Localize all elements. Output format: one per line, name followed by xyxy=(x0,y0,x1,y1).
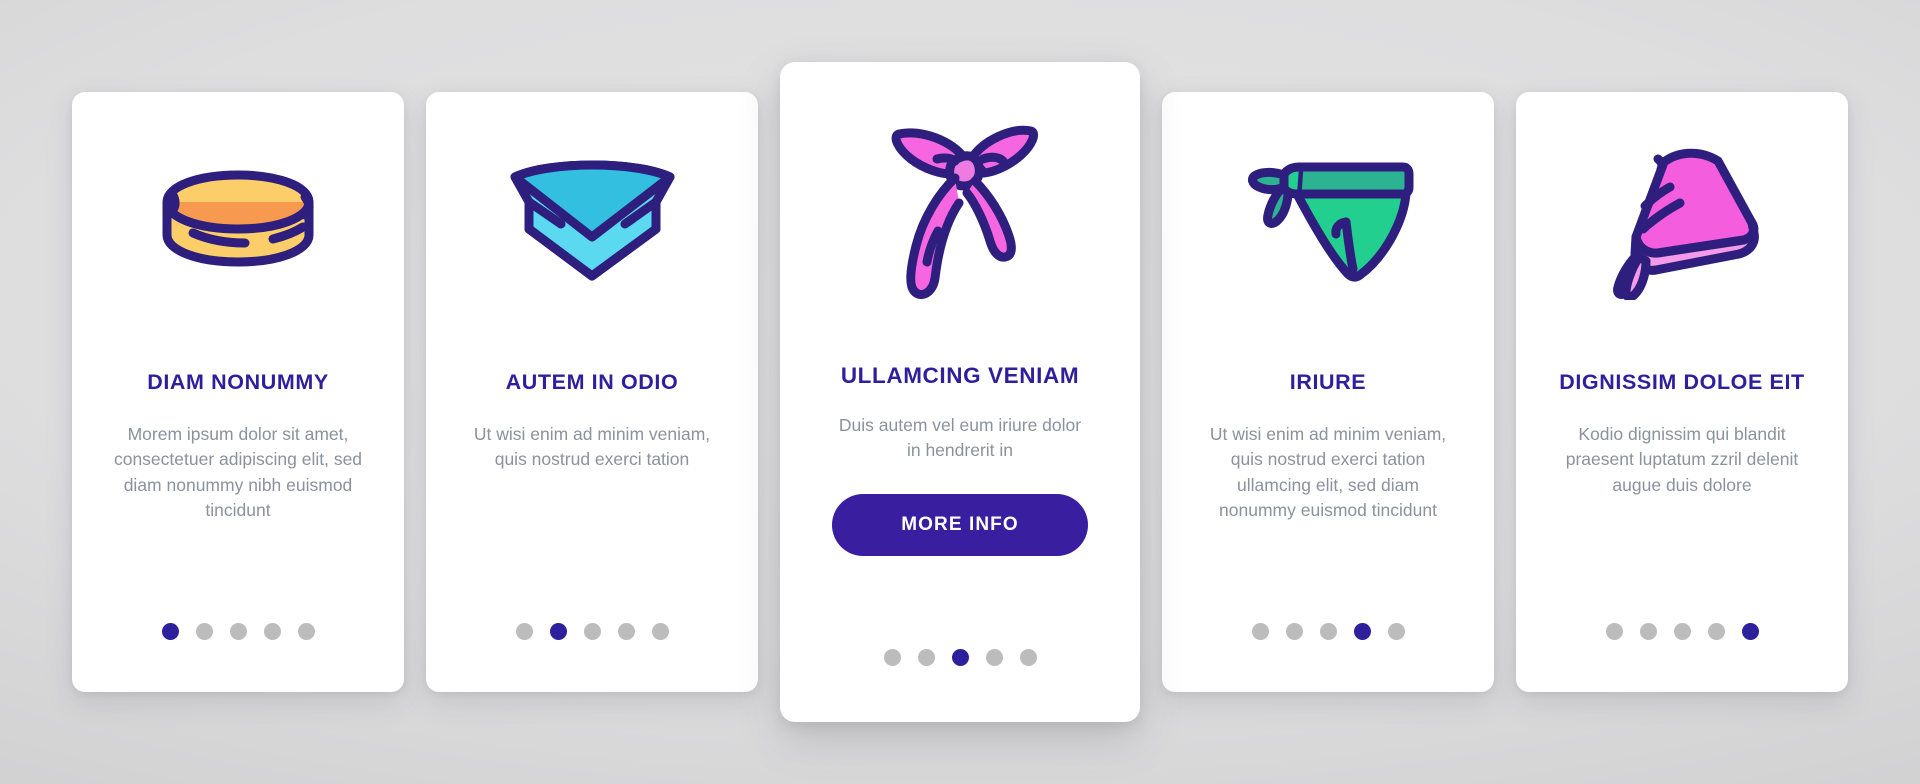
card-diam-nonummy[interactable]: DIAM NONUMMY Morem ipsum dolor sit amet, … xyxy=(72,92,404,692)
more-info-button[interactable]: MORE INFO xyxy=(832,493,1088,556)
card-body-text: Ut wisi enim ad minim veniam, quis nostr… xyxy=(473,423,711,470)
pagination-dot-5[interactable] xyxy=(1387,623,1405,640)
pagination-dot-3[interactable] xyxy=(229,623,247,640)
pagination-dot-4[interactable] xyxy=(263,623,281,640)
head-kerchief-babushka-icon xyxy=(1613,148,1759,300)
pagination-dot-1[interactable] xyxy=(883,649,901,666)
pagination-dot-1[interactable] xyxy=(515,623,533,640)
pagination-dots xyxy=(426,623,758,640)
card-body-text: Ut wisi enim ad minim veniam, quis nostr… xyxy=(1209,423,1447,520)
pagination-dot-1[interactable] xyxy=(1251,623,1269,640)
pagination-dot-2[interactable] xyxy=(1285,623,1303,640)
folded-triangle-scarf-icon-wrap xyxy=(452,92,732,342)
pagination-dot-2-active[interactable] xyxy=(549,623,567,640)
card-title: IRIURE xyxy=(1289,370,1367,394)
pagination-dot-3[interactable] xyxy=(1319,623,1337,640)
face-bandana-icon-wrap xyxy=(1188,92,1468,342)
card-title: DIGNISSIM DOLOE EIT xyxy=(1559,370,1805,394)
pagination-dots xyxy=(1516,623,1848,640)
pagination-dot-3-active[interactable] xyxy=(951,649,969,666)
pagination-dot-3[interactable] xyxy=(583,623,601,640)
card-title: AUTEM IN ODIO xyxy=(505,370,679,394)
pagination-dot-2[interactable] xyxy=(917,649,935,666)
card-autem-in-odio[interactable]: AUTEM IN ODIO Ut wisi enim ad minim venia… xyxy=(426,92,758,692)
onboarding-card-rail: DIAM NONUMMY Morem ipsum dolor sit amet, … xyxy=(0,0,1920,784)
pagination-dot-4[interactable] xyxy=(617,623,635,640)
pagination-dots xyxy=(1162,623,1494,640)
pagination-dot-3[interactable] xyxy=(1673,623,1691,640)
card-dignissim-doloe-eit[interactable]: DIGNISSIM DOLOE EIT Kodio dignissim qui b… xyxy=(1516,92,1848,692)
card-ullamcing-veniam[interactable]: ULLAMCING VENIAM Duis autem vel eum iriur… xyxy=(780,62,1140,722)
pagination-dot-5[interactable] xyxy=(651,623,669,640)
tied-headband-bandana-icon-wrap xyxy=(806,62,1114,352)
head-kerchief-babushka-icon-wrap xyxy=(1542,92,1822,342)
onboarding-screen: DIAM NONUMMY Morem ipsum dolor sit amet, … xyxy=(0,0,1920,784)
card-body-text: Morem ipsum dolor sit amet, consectetuer… xyxy=(113,423,363,520)
neck-gaiter-snood-icon xyxy=(162,170,314,266)
pagination-dot-1-active[interactable] xyxy=(161,623,179,640)
face-bandana-icon xyxy=(1247,162,1414,282)
card-body-text: Kodio dignissim qui blandit praesent lup… xyxy=(1565,423,1799,495)
card-title: DIAM NONUMMY xyxy=(147,370,329,394)
pagination-dot-2[interactable] xyxy=(195,623,213,640)
pagination-dot-4[interactable] xyxy=(1707,623,1725,640)
pagination-dots xyxy=(780,649,1140,666)
tied-headband-bandana-icon xyxy=(891,125,1039,299)
folded-triangle-scarf-icon xyxy=(510,160,674,280)
card-iriure[interactable]: IRIURE Ut wisi enim ad minim veniam, quis… xyxy=(1162,92,1494,692)
card-body-text: Duis autem vel eum iriure dolor in hendr… xyxy=(838,415,1082,461)
pagination-dot-5-active[interactable] xyxy=(1741,623,1759,640)
pagination-dot-5[interactable] xyxy=(297,623,315,640)
card-title: ULLAMCING VENIAM xyxy=(840,363,1080,388)
pagination-dot-1[interactable] xyxy=(1605,623,1623,640)
pagination-dots xyxy=(72,623,404,640)
neck-gaiter-snood-icon-wrap xyxy=(98,92,378,342)
pagination-dot-4-active[interactable] xyxy=(1353,623,1371,640)
pagination-dot-4[interactable] xyxy=(985,649,1003,666)
pagination-dot-2[interactable] xyxy=(1639,623,1657,640)
pagination-dot-5[interactable] xyxy=(1019,649,1037,666)
